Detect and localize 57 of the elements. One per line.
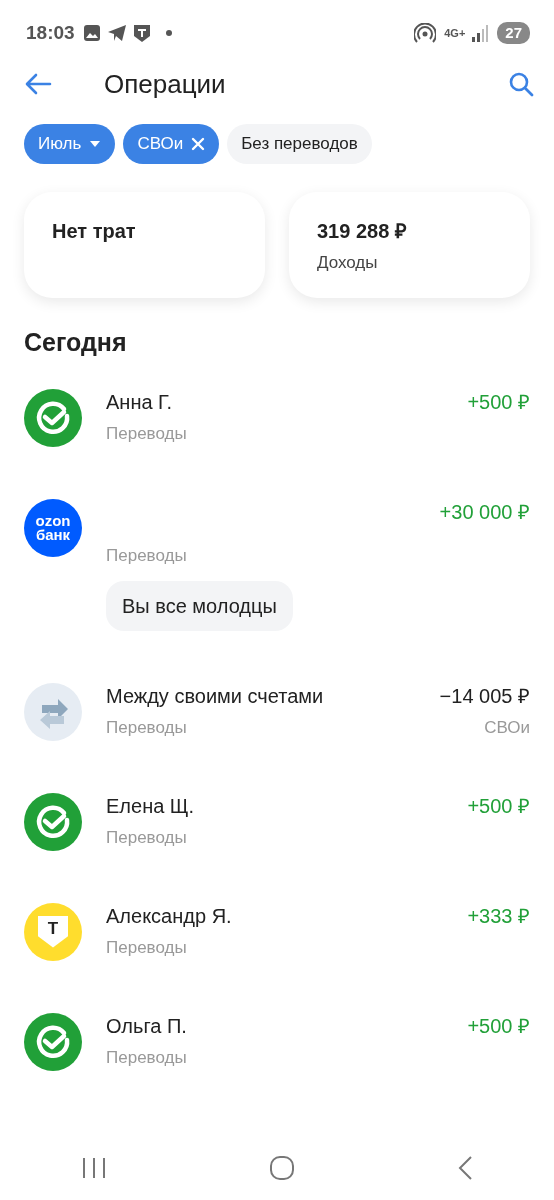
amount: +500 ₽ [467,793,530,819]
payer-name: Ольга П. [106,1013,188,1039]
summary-value: 319 288 ₽ [317,218,408,244]
transfer-arrows-icon [24,682,82,741]
comment-bubble: Вы все молодцы [106,580,293,631]
search-icon[interactable] [508,71,534,97]
network-label: 4G+ [444,25,466,41]
caret-icon [89,139,102,148]
operation-category: Переводы [106,545,188,567]
check-circle-icon [24,389,82,447]
summary-card[interactable]: 319 288 ₽ Доходы [289,191,530,298]
operation-row[interactable]: Т Александр Я. Переводы +333 ₽ [0,902,554,961]
amount: +333 ₽ [467,903,530,929]
close-icon[interactable] [191,136,206,151]
operation-category: Переводы [106,936,188,959]
operation-row[interactable]: Анна Г. Переводы +500 ₽ [0,389,554,447]
summary-card[interactable]: Нет трат [24,191,265,298]
dot-icon [164,29,173,37]
payer-name: Елена Щ. [106,793,196,819]
payer-name: Александр Я. [106,903,233,929]
status-time: 18:03 [26,20,75,45]
summary-caption: Доходы [317,251,379,274]
signal-icon [471,24,490,42]
amount: −14 005 ₽ [439,683,530,709]
home-icon[interactable] [269,1155,295,1181]
filter-chip[interactable]: СВОи [123,124,220,164]
image-icon [82,24,101,42]
bank-logo: ozon банк [24,499,82,557]
bank-logo: Т [24,902,82,961]
operation-row[interactable]: Между своими счетами Переводы −14 005 ₽ СВОи [0,682,554,741]
recent-apps-icon[interactable] [81,1156,107,1180]
amount: +30 000 ₽ [439,500,530,525]
send-icon [106,24,127,42]
operation-row[interactable]: ozon банк Переводы Вы все молодцы +30 000 ₽ [0,499,554,631]
payer-name: Между своими счетами [106,683,325,709]
summary-value: Нет трат [52,218,137,244]
shield-icon [132,23,151,43]
amount: +500 ₽ [467,1013,530,1039]
amount: +500 ₽ [467,390,530,415]
operation-category: Переводы [106,826,188,849]
payer-name: Анна Г. [106,390,174,415]
back-arrow-icon[interactable] [24,72,52,96]
operation-row[interactable]: Ольга П. Переводы +500 ₽ [0,1012,554,1071]
operation-row[interactable]: Елена Щ. Переводы +500 ₽ [0,792,554,851]
check-circle-icon [24,792,82,851]
back-icon[interactable] [457,1155,473,1181]
page-title: Операции [104,67,226,101]
check-circle-icon [24,1012,82,1071]
hotspot-icon [414,23,437,43]
section-title: Сегодня [23,326,128,358]
operation-category: Переводы [106,423,188,445]
battery-indicator: 27 [497,21,530,45]
operation-category: Переводы [106,716,188,739]
filter-chip[interactable]: Июль [24,124,116,164]
operation-category: Переводы [106,1046,188,1069]
account-label: СВОи [483,716,530,739]
filter-chip[interactable]: Без переводов [227,124,372,164]
